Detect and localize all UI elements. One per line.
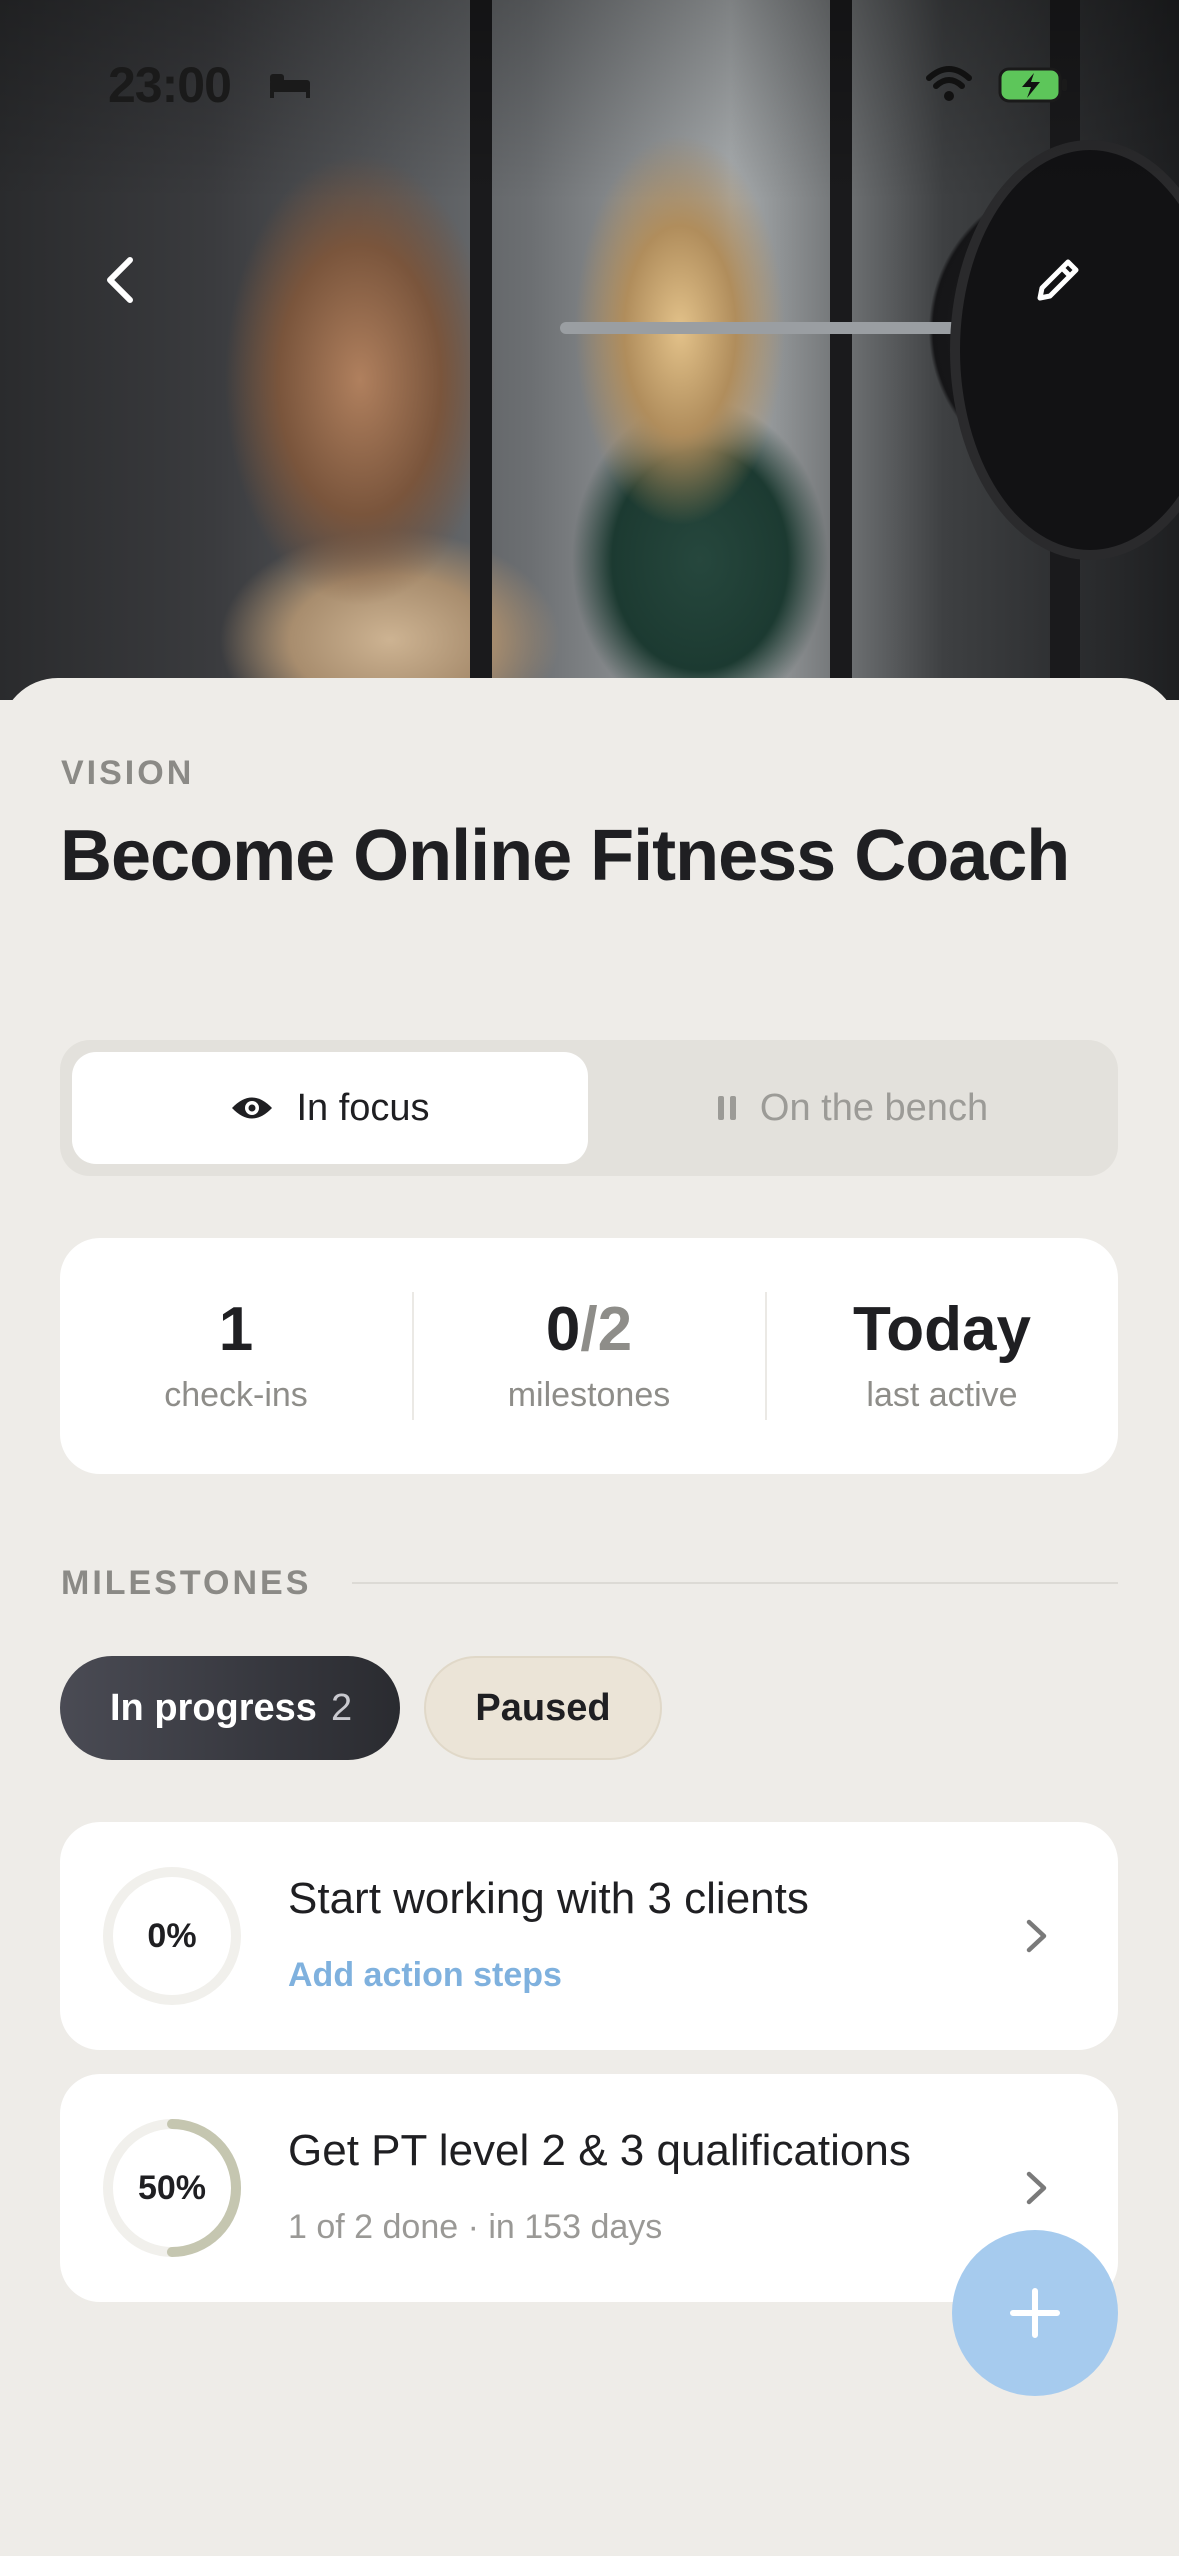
chip-count: 2 [330, 1686, 353, 1729]
edit-button[interactable] [1018, 240, 1098, 320]
stat-label: last active [866, 1376, 1018, 1414]
chevron-right-icon [1026, 2171, 1047, 2205]
stat-milestones: 0/2 milestones [413, 1238, 765, 1474]
back-button[interactable] [80, 240, 160, 320]
pencil-icon [1037, 259, 1079, 301]
chip-label: Paused [475, 1686, 611, 1729]
in-focus-option[interactable]: In focus [72, 1052, 588, 1164]
milestones-total: 2 [597, 1295, 633, 1364]
milestone-title: Get PT level 2 & 3 qualifications [288, 2126, 911, 2175]
status-time: 23:00 [108, 57, 232, 113]
focus-segment-control: In focus On the bench [60, 1040, 1118, 1176]
milestone-title: Start working with 3 clients [288, 1874, 809, 1923]
milestones-separator: / [580, 1295, 598, 1364]
milestones-section-label: MILESTONES [61, 1564, 312, 1602]
filter-paused-chip[interactable]: Paused [424, 1656, 662, 1760]
milestone-card[interactable]: 50% Get PT level 2 & 3 qualifications 1 … [60, 2074, 1118, 2302]
on-the-bench-option[interactable]: On the bench [594, 1052, 1110, 1164]
section-divider [352, 1582, 1118, 1584]
stat-value: 0/2 [413, 1294, 765, 1365]
stat-value: Today [853, 1295, 1031, 1364]
filter-in-progress-chip[interactable]: In progress 2 [60, 1656, 400, 1760]
chip-label: In progress [110, 1686, 317, 1729]
battery-charging-icon [998, 67, 1067, 103]
in-focus-label: In focus [296, 1086, 430, 1129]
stats-card: 1 check-ins 0/2 milestones Today last ac… [60, 1238, 1118, 1474]
stat-last-active: Today last active [766, 1238, 1118, 1474]
weight-plate [950, 140, 1179, 560]
sleep-focus-icon [270, 74, 310, 98]
stat-label: check-ins [164, 1376, 308, 1414]
stat-value: 1 [218, 1295, 254, 1364]
progress-percent: 50% [137, 2168, 207, 2207]
wifi-icon [926, 66, 972, 101]
pause-icon [716, 1094, 738, 1122]
chevron-right-icon [1026, 1919, 1047, 1953]
vision-title: Become Online Fitness Coach [60, 816, 1070, 896]
milestones-done: 0 [545, 1295, 581, 1364]
add-milestone-button[interactable] [952, 2230, 1118, 2396]
milestone-card[interactable]: 0% Start working with 3 clients Add acti… [60, 1822, 1118, 2050]
on-the-bench-label: On the bench [759, 1086, 989, 1129]
stat-check-ins: 1 check-ins [60, 1238, 412, 1474]
vision-eyebrow: VISION [61, 754, 195, 792]
stat-label: milestones [507, 1376, 671, 1414]
add-action-steps-link[interactable]: Add action steps [288, 1956, 562, 1995]
eye-icon [230, 1093, 274, 1123]
plus-icon [1010, 2288, 1060, 2338]
progress-percent: 0% [147, 1916, 197, 1955]
chevron-left-icon [107, 257, 133, 303]
milestone-subtitle: 1 of 2 done · in 153 days [288, 2208, 663, 2246]
